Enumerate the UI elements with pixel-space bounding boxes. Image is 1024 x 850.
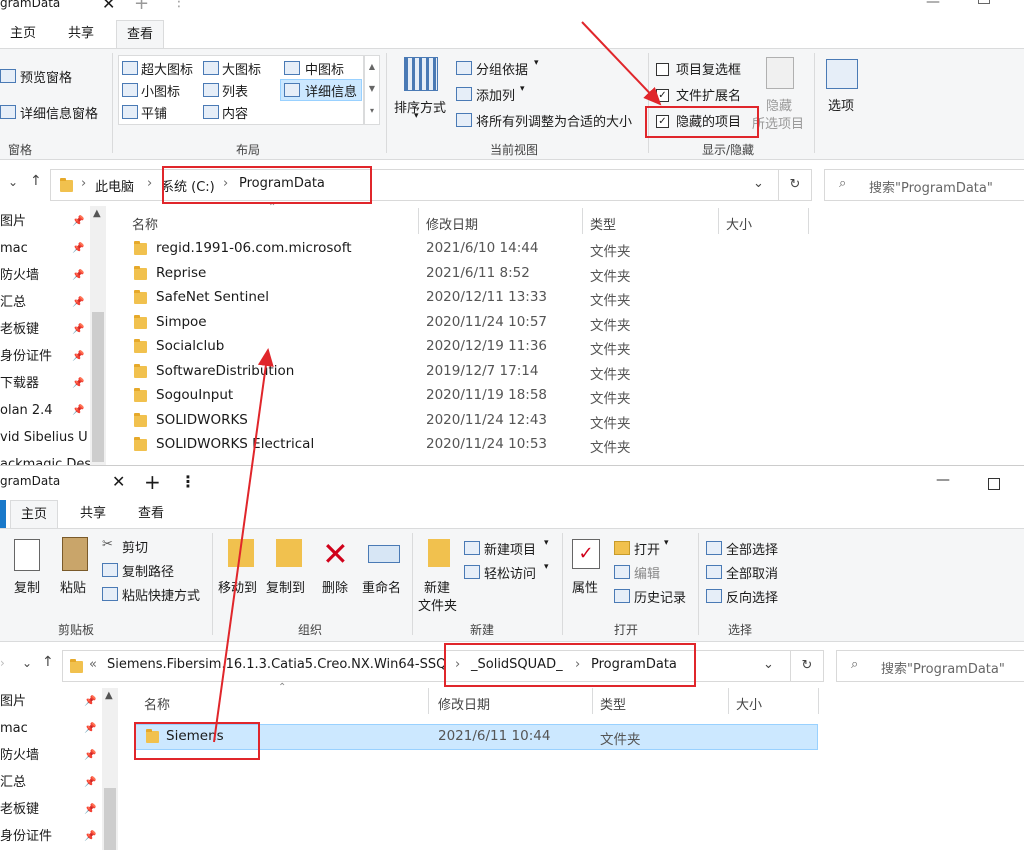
- arrow-to-top-list: [213, 348, 274, 743]
- arrow-to-hidden-items: [581, 21, 662, 106]
- arrow-annotations: [213, 21, 662, 743]
